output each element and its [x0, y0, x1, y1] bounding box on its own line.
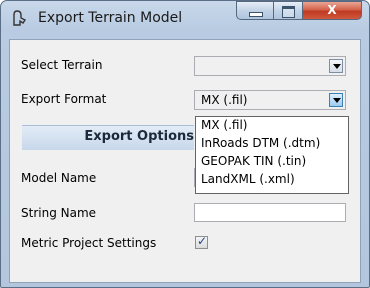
maximize-button[interactable]: [273, 1, 303, 20]
export-format-label: Export Format: [21, 92, 107, 106]
export-format-dropdown-list: MX (.fil) InRoads DTM (.dtm) GEOPAK TIN …: [195, 116, 349, 194]
minimize-button[interactable]: [236, 1, 274, 20]
maximize-icon: [282, 6, 295, 18]
export-terrain-window: Export Terrain Model X Select Terrain Ex…: [0, 0, 370, 288]
select-terrain-combo[interactable]: [194, 56, 346, 76]
export-format-combo[interactable]: MX (.fil): [194, 90, 346, 110]
metric-project-settings-label: Metric Project Settings: [21, 236, 157, 250]
chevron-down-icon: [333, 64, 341, 69]
select-terrain-label: Select Terrain: [21, 58, 103, 72]
close-icon: X: [327, 3, 337, 17]
checkmark-icon: ✓: [197, 234, 208, 248]
string-name-input[interactable]: [194, 203, 346, 222]
dropdown-option[interactable]: InRoads DTM (.dtm): [197, 136, 347, 153]
window-title: Export Terrain Model: [38, 10, 183, 26]
string-name-label: String Name: [21, 206, 97, 220]
dropdown-option[interactable]: MX (.fil): [197, 118, 347, 135]
title-bar[interactable]: Export Terrain Model X: [1, 1, 369, 38]
section-title: Export Options: [84, 129, 194, 144]
export-format-dropdown-button[interactable]: [329, 93, 343, 107]
model-name-label: Model Name: [21, 171, 97, 185]
export-format-value: MX (.fil): [201, 93, 248, 107]
metric-project-settings-checkbox[interactable]: ✓: [195, 234, 208, 249]
select-terrain-dropdown-button[interactable]: [329, 59, 343, 73]
dropdown-option[interactable]: LandXML (.xml): [197, 172, 347, 189]
chevron-down-icon: [333, 98, 341, 103]
dropdown-option[interactable]: GEOPAK TIN (.tin): [197, 154, 347, 171]
app-icon: [13, 10, 27, 26]
close-button[interactable]: X: [302, 1, 362, 20]
minimize-icon: [249, 12, 263, 17]
export-options-header: Export Options: [22, 125, 194, 150]
window-controls: X: [236, 1, 366, 21]
